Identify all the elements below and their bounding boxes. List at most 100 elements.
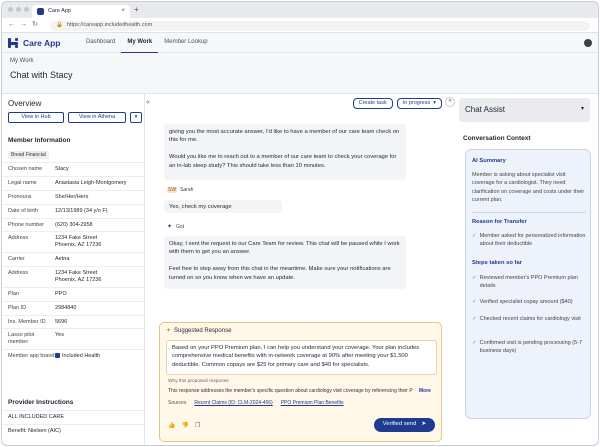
context-card: AI Summary Member is asking about specia… (465, 149, 591, 419)
browser-tab-bar: Care App × + (2, 2, 598, 18)
field-label: Plan (8, 290, 20, 297)
page-title: Chat with Stacy (10, 70, 73, 80)
nav-my-work[interactable]: My Work (121, 33, 159, 53)
step-text: Reviewed member's PPO Premium plan detai… (479, 275, 578, 290)
user-account-icon[interactable] (584, 39, 592, 47)
breadcrumb[interactable]: My Work (10, 58, 34, 66)
member-info-row: Carrier Aetna (2, 252, 144, 266)
close-window-dot[interactable] (8, 7, 13, 12)
field-value: Aetna (55, 256, 70, 263)
sources-row: Sources Recent Claims (ID: CLM-2024-456)… (168, 400, 344, 406)
page-header: My Work Chat with Stacy (2, 53, 598, 94)
member-info-row: Member app brand Included Health (2, 349, 144, 363)
forward-icon[interactable]: → (20, 21, 27, 30)
window-controls[interactable] (8, 7, 29, 12)
view-in-hub-button[interactable]: View in Hub (8, 112, 64, 123)
favicon-icon (37, 8, 44, 15)
minimize-window-dot[interactable] (16, 7, 21, 12)
chevron-down-icon: ▾ (580, 106, 584, 113)
member-info-row: Chosen name Stacy (2, 162, 144, 176)
chat-assist-dropdown[interactable]: Chat Assist ▾ (459, 98, 590, 122)
nav-member-lookup[interactable]: Member Lookup (158, 33, 213, 53)
verified-send-button[interactable]: Verified send ➤ (374, 418, 435, 432)
thumbs-down-icon[interactable]: 👎 (181, 423, 188, 431)
divider (472, 212, 586, 213)
view-in-athena-button[interactable]: View in Athena (68, 112, 126, 123)
more-link[interactable]: More (419, 388, 431, 394)
field-value: She/Her/Hers (55, 193, 89, 200)
create-task-button[interactable]: Create task (352, 98, 393, 109)
app-header: Care App Dashboard My Work Member Lookup (2, 33, 598, 53)
field-label: Member app brand (8, 353, 55, 360)
step-item: ✓ Checked recent claims for cardiology v… (472, 315, 588, 323)
provider-instruction-text: Benefit: Nielsen (AIC) (8, 427, 61, 434)
reason-text: This response addresses the member's spe… (168, 388, 438, 394)
send-label: Verified send (382, 421, 417, 428)
member-info-row: Phone number (620) 304-2958 (2, 217, 144, 232)
overview-panel: Overview View in Hub View in Athena ▾ Me… (2, 94, 145, 445)
step-item: ✓ Reviewed member's PPO Premium plan det… (472, 274, 588, 291)
why-label: Why this proposed response (168, 379, 229, 384)
speaker-name: Sarah (180, 187, 194, 193)
member-info-row: Lasso pilot member Yes (2, 328, 144, 349)
reason-text: Member asked for personalized informatio… (479, 233, 586, 248)
speaker-initials: SW (167, 187, 178, 194)
steps-title: Steps taken so far (472, 260, 522, 266)
field-label: Phone number (8, 221, 45, 228)
step-item: ✓ Verified specialist copay amount ($40) (472, 298, 588, 306)
source-link[interactable]: PPO Premium Plan Benefits (281, 400, 344, 406)
member-info-list: Chosen name Stacy Legal name Anastasia Leig… (2, 162, 144, 363)
app-logo[interactable]: Care App (8, 38, 60, 49)
lock-icon: 🔒 (56, 22, 63, 29)
message-speaker: SW Sarah (167, 187, 194, 194)
field-value: 1234 Fake Street Phoenix, AZ 17236 (55, 235, 102, 249)
chat-message: Okay, I sent the request to our Care Tea… (164, 236, 406, 289)
more-actions-dropdown[interactable]: ▾ (130, 112, 142, 123)
care-app-logo-icon (8, 38, 18, 49)
suggested-response-text[interactable]: Based on your PPO Premium plan, I can he… (166, 340, 437, 375)
suggested-response-header: ✦ Suggested Response (166, 328, 231, 336)
employer-badge: Bread Financial (8, 151, 49, 160)
sources-label: Sources (168, 400, 187, 406)
message-text: giving you the most accurate answer, I'd… (169, 129, 400, 169)
field-value: Included Health (55, 353, 139, 360)
reload-icon[interactable]: ↻ (32, 21, 38, 30)
field-label: Ins. Member ID (8, 318, 46, 325)
browser-tab[interactable]: Care App × (32, 5, 130, 18)
brand-name: Included Health (62, 353, 101, 360)
step-text: Verified specialist copay amount ($40) (479, 299, 573, 305)
collapse-right-icon[interactable]: » (445, 97, 455, 107)
address-bar: ← → ↻ 🔒 https://careapp.includedhealth.c… (2, 18, 598, 33)
status-dropdown[interactable]: In progress ▾ (396, 98, 442, 109)
member-info-row: Plan ID 2984840 (2, 300, 144, 315)
new-tab-icon[interactable]: + (134, 5, 139, 15)
back-icon[interactable]: ← (8, 21, 15, 30)
tab-close-icon[interactable]: × (121, 8, 125, 16)
check-icon: ✓ (472, 233, 477, 239)
suggested-response-title: Suggested Response (174, 328, 232, 334)
reason-item: ✓ Member asked for personalized informat… (472, 232, 588, 249)
reason-body: This response addresses the member's spe… (168, 388, 413, 394)
field-label: Plan ID (8, 304, 27, 311)
included-health-icon (55, 353, 60, 359)
chat-panel: Create task In progress ▾ giving you the… (157, 94, 442, 445)
field-value: 5696 (55, 318, 68, 325)
step-item: ✓ Confirmed visit is pending processing … (472, 339, 588, 356)
field-label: Address (8, 235, 29, 242)
chat-message: Yes, check my coverage (164, 200, 282, 213)
field-label: Legal name (8, 179, 37, 186)
field-value: 12/13/1989 (34 y/o F) (55, 207, 108, 214)
collapse-left-icon[interactable]: « (146, 99, 150, 108)
copy-icon[interactable]: ❐ (195, 423, 200, 431)
provider-instruction-text: ALL INCLUDED CARE (8, 414, 65, 420)
overview-title: Overview (8, 99, 42, 108)
member-info-title: Member Information (8, 137, 71, 144)
maximize-window-dot[interactable] (24, 7, 29, 12)
tab-title: Care App (48, 8, 71, 15)
source-link[interactable]: Recent Claims (ID: CLM-2024-456) (194, 400, 272, 406)
url-field[interactable]: 🔒 https://careapp.includedhealth.com (50, 20, 590, 31)
nav-dashboard[interactable]: Dashboard (80, 33, 121, 53)
step-text: Confirmed visit is pending processing (5… (479, 340, 583, 355)
thumbs-up-icon[interactable]: 👍 (168, 423, 175, 431)
member-info-row: Pronouns She/Her/Hers (2, 189, 144, 204)
